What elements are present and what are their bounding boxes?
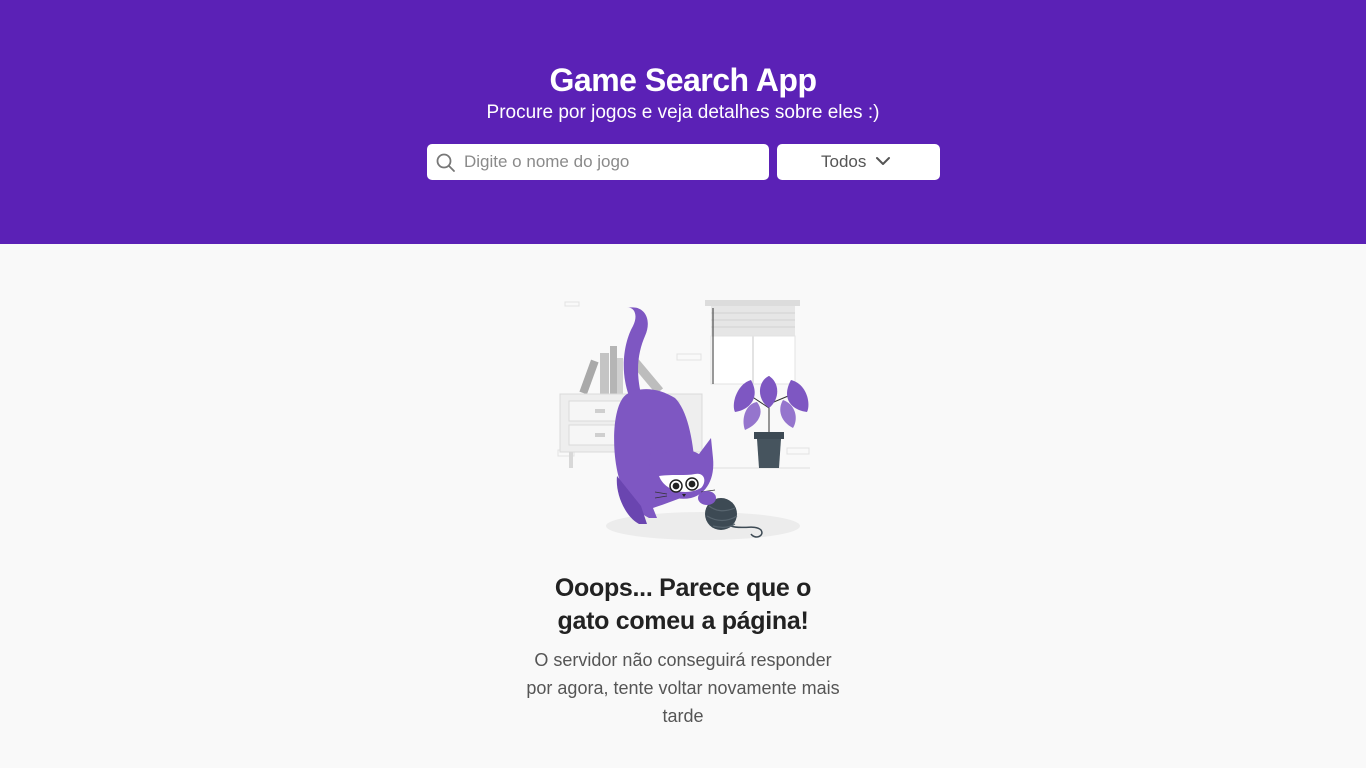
app-title: Game Search App bbox=[549, 62, 817, 98]
chevron-down-icon bbox=[876, 157, 890, 165]
cat-playing-with-yarn-illustration bbox=[557, 300, 810, 540]
filter-selected-label: Todos bbox=[821, 152, 867, 171]
error-title: Ooops... Parece que o gato comeu a págin… bbox=[554, 574, 812, 635]
search-input[interactable] bbox=[464, 144, 759, 180]
platform-filter-select[interactable]: Todos bbox=[777, 144, 940, 180]
search-box[interactable] bbox=[427, 144, 769, 180]
header-banner: Game Search App Procure por jogos e veja… bbox=[0, 0, 1366, 244]
search-icon bbox=[436, 153, 455, 172]
error-message: O servidor não conseguirá responder por … bbox=[526, 650, 840, 726]
app-subtitle: Procure por jogos e veja detalhes sobre … bbox=[486, 102, 880, 123]
